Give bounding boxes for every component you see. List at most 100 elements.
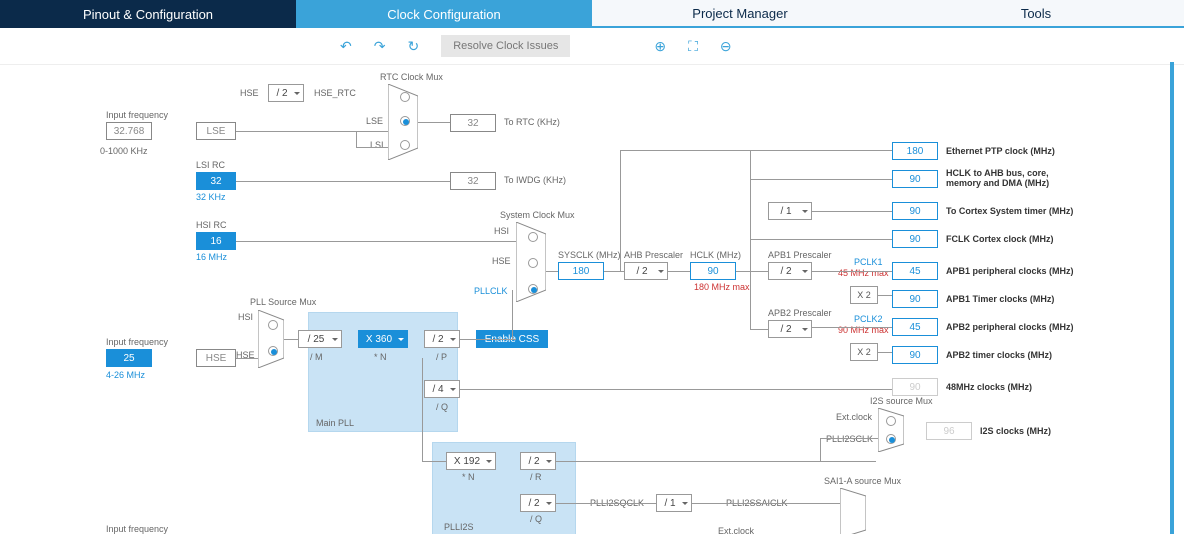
out-0-val: 180 [892,142,938,160]
out-4-val: 45 [892,262,938,280]
out-3-lbl: FCLK Cortex clock (MHz) [946,234,1054,244]
out-3-val: 90 [892,230,938,248]
out-4-lbl: APB1 peripheral clocks (MHz) [946,266,1074,276]
rtc-val: 32 [450,114,496,132]
i2s-val: 96 [926,422,972,440]
lse-range: 0-1000 KHz [100,146,148,156]
cortex-div-select[interactable]: / 1 [768,202,812,220]
clock-diagram: Input frequency 32.768 0-1000 KHz LSE LS… [0,62,1174,534]
fit-icon[interactable]: ⛶ [688,38,698,55]
i2s-radio-pll[interactable] [886,434,896,444]
pll-radio-hse[interactable] [268,346,278,356]
pll-m: / M [310,352,323,362]
out-1-lbl: HCLK to AHB bus, core, memory and DMA (M… [946,168,1084,188]
plli2s-r-select[interactable]: / 2 [520,452,556,470]
hclk-val[interactable]: 90 [690,262,736,280]
out-2-lbl: To Cortex System timer (MHz) [946,206,1073,216]
out-6-lbl: APB2 peripheral clocks (MHz) [946,322,1074,332]
rtc-label: To RTC (KHz) [504,117,560,127]
hse-freq-input[interactable]: 25 [106,349,152,367]
rtc-radio-lse[interactable] [400,116,410,126]
rtc-mux-title: RTC Clock Mux [380,72,443,82]
pclk2-label: PCLK2 [854,314,883,324]
hclk-max: 180 MHz max [694,282,750,292]
out-6-val: 45 [892,318,938,336]
sysclk-val[interactable]: 180 [558,262,604,280]
zoom-out-icon[interactable]: ⊖ [720,38,732,55]
hse-tag: HSE [240,88,259,98]
iwdg-val: 32 [450,172,496,190]
plli2s-q-select[interactable]: / 2 [520,494,556,512]
tab-pinout[interactable]: Pinout & Configuration [0,0,296,28]
i2s-pll: PLLI2SCLK [826,434,873,444]
out-7-lbl: APB2 timer clocks (MHz) [946,350,1052,360]
pll-p-select[interactable]: / 2 [424,330,460,348]
rtc-lsi-tag: LSI [370,140,384,150]
pll-radio-hsi[interactable] [268,320,278,330]
refresh-icon[interactable]: ↻ [407,38,419,55]
rtc-radio-lsi[interactable] [400,140,410,150]
out-5-val: 90 [892,290,938,308]
tab-clock[interactable]: Clock Configuration [296,0,592,28]
hse-div-select[interactable]: / 2 [268,84,304,102]
apb1-label: APB1 Prescaler [768,250,832,260]
pclk1-max: 45 MHz max [838,268,889,278]
sys-hse-tag: HSE [492,256,511,266]
sys-hsi-tag: HSI [494,226,509,236]
bot-freq-label: Input frequency [106,524,168,534]
sai-ext: Ext.clock [718,526,754,534]
out-8-val: 90 [892,378,938,396]
sys-pllclk-tag: PLLCLK [474,286,508,296]
undo-icon[interactable]: ↶ [340,38,352,55]
out-1-val: 90 [892,170,938,188]
sys-radio-pll[interactable] [528,284,538,294]
pll-p: / P [436,352,447,362]
pll-n-select[interactable]: X 360 [358,330,408,348]
pll-q: / Q [436,402,448,412]
main-tabs: Pinout & Configuration Clock Configurati… [0,0,1184,28]
pll-q-select[interactable]: / 4 [424,380,460,398]
pll-mux-title: PLL Source Mux [250,297,316,307]
tab-tools[interactable]: Tools [888,0,1184,28]
ahb-select[interactable]: / 2 [624,262,668,280]
resolve-button[interactable]: Resolve Clock Issues [441,35,570,57]
hsi-hz: 16 MHz [196,252,227,262]
main-pll-label: Main PLL [316,418,354,428]
apb2-select[interactable]: / 2 [768,320,812,338]
apb1-select[interactable]: / 2 [768,262,812,280]
lsi-label: LSI RC [196,160,225,170]
out-0-lbl: Ethernet PTP clock (MHz) [946,146,1055,156]
out-7-val: 90 [892,346,938,364]
sys-radio-hse[interactable] [528,258,538,268]
redo-icon[interactable]: ↷ [374,38,386,55]
out-5-lbl: APB1 Timer clocks (MHz) [946,294,1054,304]
lse-freq-input[interactable]: 32.768 [106,122,152,140]
hse-rtc-tag: HSE_RTC [314,88,356,98]
plli2s-q: / Q [530,514,542,524]
i2s-ext: Ext.clock [836,412,872,422]
hsi-val: 16 [196,232,236,250]
out-8-lbl: 48MHz clocks (MHz) [946,382,1032,392]
sys-radio-hsi[interactable] [528,232,538,242]
sai-title: SAI1-A source Mux [824,476,901,486]
sysclk-label: SYSCLK (MHz) [558,250,621,260]
hsi-label: HSI RC [196,220,227,230]
rtc-radio-hsertc[interactable] [400,92,410,102]
lse-freq-label: Input frequency [106,110,168,120]
plli2s-qdiv-select[interactable]: / 1 [656,494,692,512]
lse-block[interactable]: LSE [196,122,236,140]
pclk1-label: PCLK1 [854,257,883,267]
pll-hsi-tag: HSI [238,312,253,322]
plli2s-n: * N [462,472,475,482]
hclk-label: HCLK (MHz) [690,250,741,260]
i2s-radio-ext[interactable] [886,416,896,426]
iwdg-label: To IWDG (KHz) [504,175,566,185]
pll-m-select[interactable]: / 25 [298,330,342,348]
tab-project[interactable]: Project Manager [592,0,888,28]
ahb-label: AHB Prescaler [624,250,683,260]
plli2s-n-select[interactable]: X 192 [446,452,496,470]
zoom-in-icon[interactable]: ⊕ [654,38,666,55]
hse-block[interactable]: HSE [196,349,236,367]
apb2-label: APB2 Prescaler [768,308,832,318]
sys-mux-title: System Clock Mux [500,210,575,220]
